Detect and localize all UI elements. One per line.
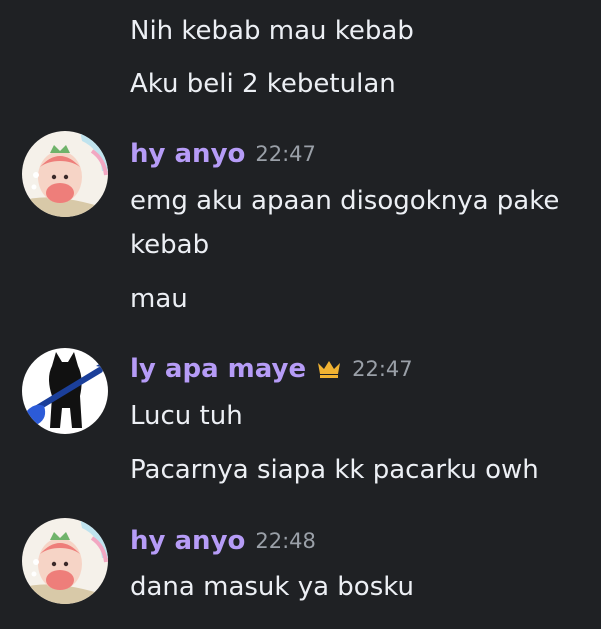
message-text: Nih kebab mau kebab <box>130 16 414 46</box>
crown-icon <box>316 359 342 379</box>
message-text: emg aku apaan disogoknya pake <box>130 186 560 216</box>
timestamp[interactable]: 22:47 <box>255 142 316 166</box>
avatar[interactable] <box>22 131 108 217</box>
message-text: kebab <box>130 230 210 260</box>
strawberry-character-avatar-icon <box>22 131 108 217</box>
strawberry-character-avatar-icon <box>22 518 108 604</box>
username[interactable]: hy anyo <box>130 526 245 556</box>
chat-message-list: Nih kebab mau kebab Aku beli 2 kebetulan… <box>0 0 601 629</box>
message-text: Pacarnya siapa kk pacarku owh <box>130 455 539 485</box>
message-text: Aku beli 2 kebetulan <box>130 69 396 99</box>
message-text: dana masuk ya bosku <box>130 572 414 602</box>
message-header: hy anyo 22:48 <box>130 524 316 558</box>
avatar[interactable] <box>22 518 108 604</box>
message-header: hy anyo 22:47 <box>130 137 316 171</box>
cat-with-guitar-avatar-icon <box>22 348 108 434</box>
message-header: ly apa maye 22:47 <box>130 352 413 386</box>
message-text: Lucu tuh <box>130 401 243 431</box>
avatar[interactable] <box>22 348 108 434</box>
timestamp[interactable]: 22:47 <box>352 357 413 381</box>
message-text: mau <box>130 284 188 314</box>
username[interactable]: hy anyo <box>130 139 245 169</box>
timestamp[interactable]: 22:48 <box>255 529 316 553</box>
username[interactable]: ly apa maye <box>130 354 306 384</box>
